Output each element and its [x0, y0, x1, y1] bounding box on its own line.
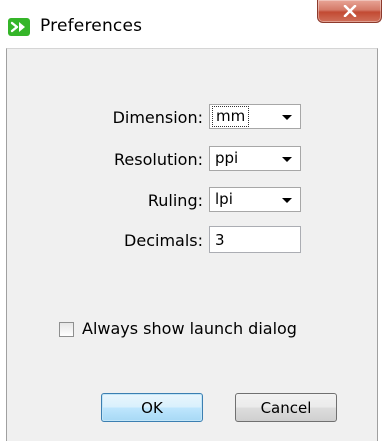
ruling-label: Ruling:: [147, 191, 203, 210]
resolution-label: Resolution:: [114, 150, 203, 169]
always-show-launch-dialog-checkbox[interactable]: [59, 322, 74, 337]
preferences-dialog: Preferences Dimension: mm Resolution: pp…: [0, 0, 385, 441]
resolution-select[interactable]: ppi: [209, 146, 301, 171]
window-frame-right: [378, 48, 385, 441]
close-icon: [343, 5, 356, 17]
resolution-value: ppi: [215, 149, 239, 167]
chevron-down-icon: [282, 157, 292, 162]
chevron-down-icon: [282, 198, 292, 203]
app-logo-icon: [8, 18, 30, 36]
close-button[interactable]: [317, 0, 382, 23]
ok-button[interactable]: OK: [101, 393, 203, 422]
title-bar[interactable]: Preferences: [0, 0, 385, 48]
window-title: Preferences: [40, 16, 143, 36]
dialog-body: Dimension: mm Resolution: ppi Ruling: lp…: [6, 48, 378, 441]
dimension-label: Dimension:: [112, 108, 203, 127]
always-show-launch-dialog-label[interactable]: Always show launch dialog: [82, 319, 297, 338]
decimals-value: 3: [215, 231, 225, 249]
ruling-select[interactable]: lpi: [209, 187, 301, 212]
decimals-field[interactable]: 3: [209, 226, 301, 253]
chevron-down-icon: [282, 115, 292, 120]
dimension-select[interactable]: mm: [209, 104, 301, 129]
decimals-label: Decimals:: [124, 231, 203, 250]
ruling-value: lpi: [215, 190, 233, 208]
dimension-value: mm: [211, 106, 250, 127]
cancel-button[interactable]: Cancel: [235, 393, 337, 422]
